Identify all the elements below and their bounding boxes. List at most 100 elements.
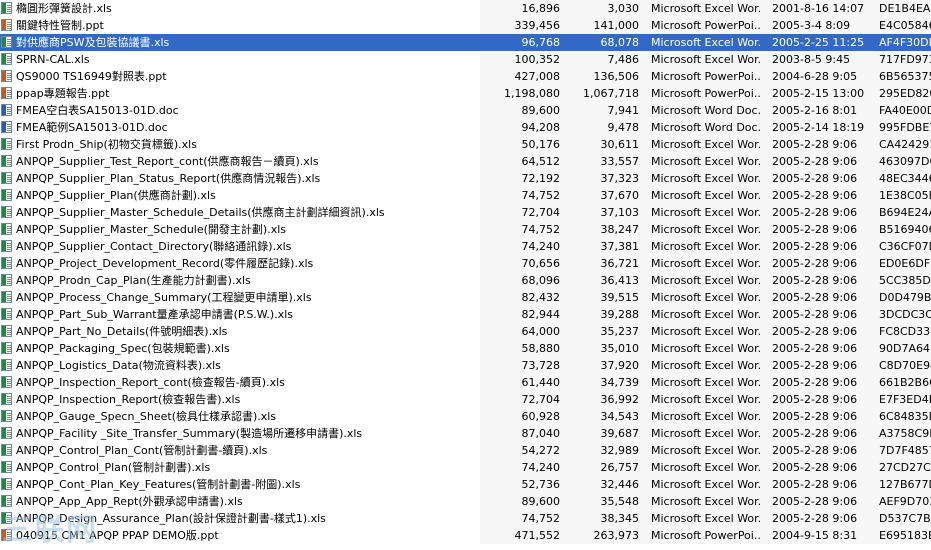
file-packed-size: 35,548 [600,495,640,508]
file-name[interactable]: ANPQP_Part_No_Details(件號明細表).xls [16,323,227,340]
file-row[interactable]: ANPQP_Supplier_Plan_Status_Report(供應商情況報… [0,170,931,187]
file-type: Microsoft Excel Wor... [651,393,761,406]
file-name[interactable]: ANPQP_Packaging_Spec(包裝規範書).xls [16,340,230,357]
file-packed-size: 37,103 [600,206,640,219]
file-modified: 2005-2-28 9:06 [772,427,858,440]
file-size: 16,896 [521,2,561,15]
file-row[interactable]: ANPQP_Inspection_Report_cont(檢查報告-續頁).xl… [0,374,931,391]
file-row[interactable]: First Prodn_Ship(初物交貨標籤).xls 50,176 30,611… [0,136,931,153]
file-modified: 2005-2-25 11:25 [772,36,865,49]
file-packed-size: 32,446 [600,478,640,491]
file-packed-size: 136,506 [593,70,640,83]
file-row[interactable]: ANPQP_Packaging_Spec(包裝規範書).xls 58,880 35,… [0,340,931,357]
file-row[interactable]: FMEA範例SA15013-01D.doc 94,208 9,478 Microsof… [0,119,931,136]
file-row[interactable]: ANPQP_Gauge_Specn_Sheet(檢具仕樣承認書).xls 60,9… [0,408,931,425]
file-name[interactable]: ppap專題報告.ppt [16,85,109,102]
file-row[interactable]: FMEA空白表SA15013-01D.doc 89,600 7,941 Microso… [0,102,931,119]
file-name[interactable]: ANPQP_Logistics_Data(物流資料表).xls [16,357,221,374]
file-size: 64,512 [521,155,561,168]
file-row[interactable]: ANPQP_Logistics_Data(物流資料表).xls 73,728 37,… [0,357,931,374]
file-row[interactable]: ppap專題報告.ppt 1,198,080 1,067,718 Microsoft … [0,85,931,102]
file-name[interactable]: ANPQP_Project_Development_Record(零件履歷記錄)… [16,255,313,272]
file-modified: 2005-2-28 9:06 [772,393,858,406]
file-name[interactable]: First Prodn_Ship(初物交貨標籤).xls [16,136,197,153]
file-row[interactable]: ANPQP_Supplier_Master_Schedule(開發主計劃).xl… [0,221,931,238]
file-name[interactable]: ANPQP_Cont_Plan_Key_Features(管制計劃書-附圖).x… [16,476,300,493]
file-modified: 2005-2-28 9:06 [772,257,858,270]
file-row[interactable]: ANPQP_Supplier_Contact_Directory(聯絡通訊錄).… [0,238,931,255]
file-row[interactable]: ANPQP_Prodn_Cap_Plan(生產能力計劃書).xls 68,096 3… [0,272,931,289]
file-name[interactable]: ANPQP_Design_Assurance_Plan(設計保證計劃書-樣式1)… [16,510,326,527]
file-name[interactable]: 040915 CM1 APQP PPAP DEMO版.ppt [16,527,219,544]
file-size: 1,198,080 [504,87,560,100]
file-type: Microsoft Excel Wor... [651,461,761,474]
file-row[interactable]: 橢圓形彈簧設計.xls 16,896 3,030 Microsoft Excel Wo… [0,0,931,17]
file-name[interactable]: ANPQP_Supplier_Master_Schedule_Details(供… [16,204,385,221]
file-row[interactable]: ANPQP_Project_Development_Record(零件履歷記錄)… [0,255,931,272]
file-name[interactable]: ANPQP_Gauge_Specn_Sheet(檢具仕樣承認書).xls [16,408,276,425]
file-row[interactable]: ANPQP_Supplier_Test_Report_cont(供應商報告－續頁… [0,153,931,170]
file-modified: 2005-2-28 9:06 [772,172,858,185]
file-row[interactable]: ANPQP_Process_Change_Summary(工程變更申請單).xl… [0,289,931,306]
file-row[interactable]: ANPQP_Part_No_Details(件號明細表).xls 64,000 35… [0,323,931,340]
file-modified: 2005-2-28 9:06 [772,240,858,253]
file-name[interactable]: ANPQP_Process_Change_Summary(工程變更申請單).xl… [16,289,312,306]
file-row[interactable]: ANPQP_Supplier_Plan(供應商計劃).xls 74,752 37,6… [0,187,931,204]
file-name[interactable]: ANPQP_Control_Plan_Cont(管制計劃書-續頁).xls [16,442,267,459]
name-cell: ANPQP_Logistics_Data(物流資料表).xls [0,357,480,374]
file-crc: 1E38C05E [879,189,931,202]
file-crc: 127B677D [879,478,931,491]
file-name[interactable]: ANPQP_Supplier_Plan(供應商計劃).xls [16,187,216,204]
file-name[interactable]: ANPQP_Facility _Site_Transfer_Summary(製造… [16,425,362,442]
file-modified: 2005-2-28 9:06 [772,342,858,355]
file-row[interactable]: QS9000 TS16949對照表.ppt 427,008 136,506 Micro… [0,68,931,85]
file-packed-size: 35,010 [600,342,640,355]
file-row[interactable]: 關鍵特性管制.ppt 339,456 141,000 Microsoft PowerP… [0,17,931,34]
file-name[interactable]: FMEA範例SA15013-01D.doc [16,119,168,136]
file-row[interactable]: ANPQP_Facility _Site_Transfer_Summary(製造… [0,425,931,442]
file-type: Microsoft Excel Wor... [651,36,761,49]
file-name[interactable]: ANPQP_Supplier_Test_Report_cont(供應商報告－續頁… [16,153,319,170]
excel-file-icon [1,308,12,320]
file-name[interactable]: ANPQP_Inspection_Report_cont(檢查報告-續頁).xl… [16,374,285,391]
file-name[interactable]: QS9000 TS16949對照表.ppt [16,68,167,85]
file-name[interactable]: FMEA空白表SA15013-01D.doc [16,102,179,119]
file-name[interactable]: SPRN-CAL.xls [16,51,90,68]
file-name[interactable]: ANPQP_Supplier_Plan_Status_Report(供應商情況報… [16,170,320,187]
file-type: Microsoft Excel Wor... [651,138,761,151]
file-size: 64,000 [521,325,561,338]
file-name[interactable]: 關鍵特性管制.ppt [16,17,104,34]
file-name[interactable]: 對供應商PSW及包裝協議書.xls [16,34,170,51]
file-row[interactable]: 對供應商PSW及包裝協議書.xls 96,768 68,078 Microsoft E… [0,34,931,51]
file-row[interactable]: ANPQP_App_App_Rept(外觀承認申請書).xls 89,600 35,… [0,493,931,510]
file-name[interactable]: ANPQP_Supplier_Master_Schedule(開發主計劃).xl… [16,221,286,238]
file-row[interactable]: ANPQP_Control_Plan(管制計劃書).xls 74,240 26,75… [0,459,931,476]
file-name[interactable]: 橢圓形彈簧設計.xls [16,0,112,17]
excel-file-icon [1,359,12,371]
file-size: 61,440 [521,376,561,389]
file-row[interactable]: ANPQP_Design_Assurance_Plan(設計保證計劃書-樣式1)… [0,510,931,527]
file-name[interactable]: ANPQP_Control_Plan(管制計劃書).xls [16,459,210,476]
file-crc: D537C7BB [879,512,931,525]
file-type: Microsoft Excel Wor... [651,257,761,270]
file-name[interactable]: ANPQP_Inspection_Report(檢查報告書).xls [16,391,240,408]
file-row[interactable]: ANPQP_Supplier_Master_Schedule_Details(供… [0,204,931,221]
file-row[interactable]: ANPQP_Control_Plan_Cont(管制計劃書-續頁).xls 54,… [0,442,931,459]
file-row[interactable]: ANPQP_Cont_Plan_Key_Features(管制計劃書-附圖).x… [0,476,931,493]
word-file-icon [1,121,12,133]
file-name[interactable]: ANPQP_Part_Sub_Warrant量產承認申請書(P.S.W.).xl… [16,306,293,323]
file-row[interactable]: 040915 CM1 APQP PPAP DEMO版.ppt 471,552 263… [0,527,931,544]
name-cell: ANPQP_Supplier_Master_Schedule(開發主計劃).xl… [0,221,480,238]
excel-file-icon [1,155,12,167]
file-name[interactable]: ANPQP_Supplier_Contact_Directory(聯絡通訊錄).… [16,238,291,255]
file-name[interactable]: ANPQP_Prodn_Cap_Plan(生產能力計劃書).xls [16,272,251,289]
file-row[interactable]: SPRN-CAL.xls 100,352 7,486 Microsoft Excel … [0,51,931,68]
file-crc: DE1B4EA3 [879,2,931,15]
file-name[interactable]: ANPQP_App_App_Rept(外觀承認申請書).xls [16,493,243,510]
file-row[interactable]: ANPQP_Part_Sub_Warrant量產承認申請書(P.S.W.).xl… [0,306,931,323]
excel-file-icon [1,257,12,269]
file-crc: 7D7F4857 [879,444,931,457]
name-cell: 關鍵特性管制.ppt [0,17,480,34]
file-row[interactable]: ANPQP_Inspection_Report(檢查報告書).xls 72,704… [0,391,931,408]
file-type: Microsoft Excel Wor... [651,291,761,304]
